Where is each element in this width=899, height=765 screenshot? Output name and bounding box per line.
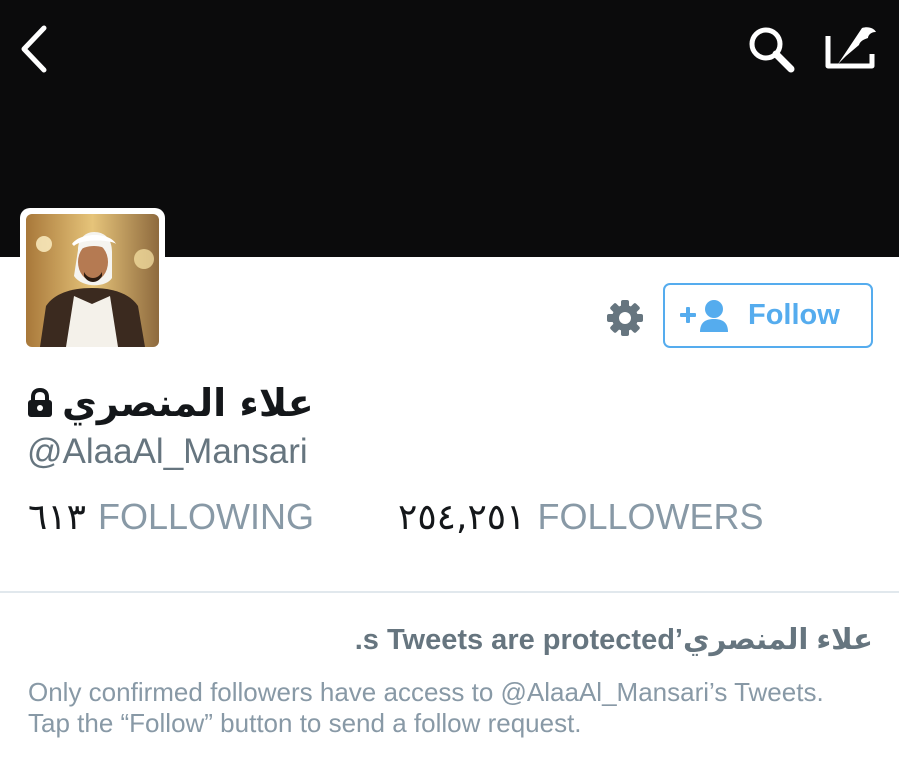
add-user-icon — [680, 300, 728, 332]
following-stat[interactable]: ٦١٣ FOLLOWING — [28, 496, 314, 538]
followers-count: ٢٥٤,٢٥١ — [398, 497, 526, 538]
protected-description: Only confirmed followers have access to … — [28, 677, 824, 738]
compose-tweet-button[interactable] — [822, 20, 880, 78]
section-divider — [0, 591, 899, 593]
chevron-left-icon — [21, 25, 47, 73]
follow-button-label: Follow — [748, 299, 840, 331]
search-button[interactable] — [744, 22, 800, 78]
profile-name-row: علاء المنصري — [26, 378, 314, 428]
display-name: علاء المنصري — [62, 381, 314, 425]
gear-icon — [607, 300, 643, 336]
followers-stat[interactable]: ٢٥٤,٢٥١ FOLLOWERS — [398, 496, 764, 538]
compose-quill-icon — [825, 27, 876, 69]
avatar-frame[interactable] — [20, 208, 165, 353]
protected-title: علاء المنصري’s Tweets are protected. — [354, 624, 873, 656]
lock-icon — [28, 388, 52, 417]
profile-handle: @AlaaAl_Mansari — [27, 432, 308, 471]
avatar — [26, 214, 159, 347]
followers-label: FOLLOWERS — [537, 496, 764, 537]
following-label: FOLLOWING — [98, 496, 315, 537]
settings-button[interactable] — [604, 297, 646, 339]
back-button[interactable] — [14, 22, 58, 76]
follow-button[interactable]: Follow — [663, 283, 873, 348]
search-icon — [749, 27, 795, 73]
following-count: ٦١٣ — [28, 497, 87, 538]
